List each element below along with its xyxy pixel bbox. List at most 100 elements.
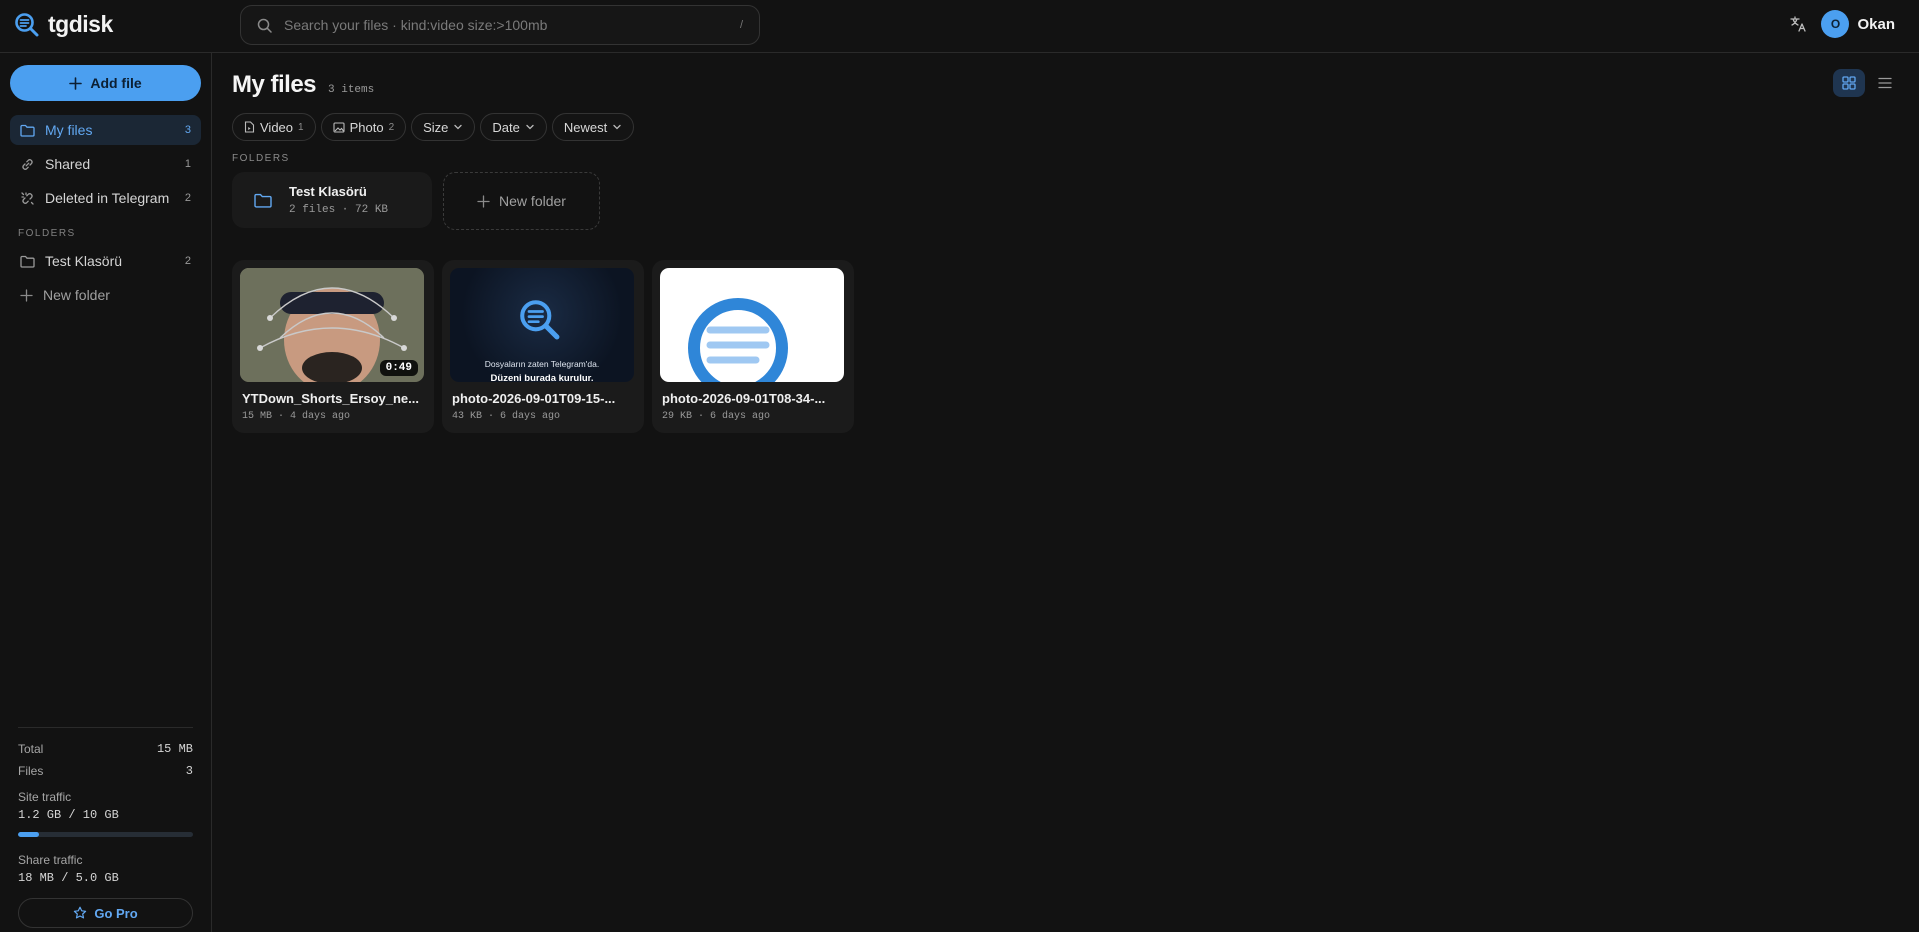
app-name: tgdisk xyxy=(48,11,113,37)
stat-total: Total 15 MB xyxy=(18,742,193,756)
sidebar: Add file My files 3 Shared 1 Deleted in … xyxy=(0,53,212,932)
stat-value: 15 MB xyxy=(156,742,193,756)
search-shortcut: / xyxy=(739,19,743,31)
share-traffic-value: 18 MB / 5.0 GB xyxy=(18,871,119,885)
file-meta: 29 KB · 6 days ago xyxy=(662,411,771,422)
search-bar[interactable]: / xyxy=(240,5,760,45)
stat-files: Files 3 xyxy=(18,764,193,778)
grid-view-button[interactable] xyxy=(1833,69,1865,97)
go-pro-label: Go Pro xyxy=(94,905,138,921)
folder-icon xyxy=(20,124,35,137)
folders-heading: FOLDERS xyxy=(232,153,290,164)
video-duration: 0:49 xyxy=(379,360,418,376)
logo-icon xyxy=(518,298,562,342)
filter-count: 1 xyxy=(298,121,304,133)
logo-icon xyxy=(688,298,788,382)
brand[interactable]: tgdisk xyxy=(14,11,113,38)
video-file-icon xyxy=(244,121,255,133)
star-icon xyxy=(73,906,87,920)
add-file-button[interactable]: Add file xyxy=(10,65,201,101)
file-grid: 0:49 YTDown_Shorts_Ersoy_ne... 15 MB · 4… xyxy=(232,260,854,433)
sidebar-item-my-files[interactable]: My files 3 xyxy=(10,115,201,145)
main-content: My files 3 items Video 1 Photo 2 Size Da… xyxy=(213,53,1919,932)
sidebar-item-count: 2 xyxy=(184,192,191,204)
sidebar-nav: My files 3 Shared 1 Deleted in Telegram … xyxy=(10,115,201,217)
folder-name: Test Klasörü xyxy=(289,184,367,199)
sidebar-item-test-folder[interactable]: Test Klasörü 2 xyxy=(10,246,201,276)
folder-card[interactable]: Test Klasörü 2 files · 72 KB xyxy=(232,172,432,228)
image-icon xyxy=(333,121,345,133)
item-count: 3 items xyxy=(328,84,375,96)
plus-icon xyxy=(69,76,83,90)
file-card[interactable]: photo-2026-09-01T08-34-... 29 KB · 6 day… xyxy=(652,260,854,433)
sidebar-new-folder[interactable]: New folder xyxy=(10,280,201,310)
stat-value: 3 xyxy=(185,764,193,778)
sidebar-item-label: Test Klasörü xyxy=(45,253,123,269)
filter-label: Newest xyxy=(563,119,608,135)
list-view-button[interactable] xyxy=(1869,69,1901,97)
storage-stats: Total 15 MB Files 3 Site traffic 1.2 GB … xyxy=(18,727,193,885)
new-folder-label: New folder xyxy=(43,287,110,303)
translate-icon[interactable] xyxy=(1789,15,1807,33)
view-toggle xyxy=(1833,69,1901,97)
file-card[interactable]: Dosyaların zaten Telegram'da. Düzeni bur… xyxy=(442,260,644,433)
site-traffic-bar xyxy=(18,832,193,837)
filter-date[interactable]: Date xyxy=(480,113,547,141)
sidebar-item-shared[interactable]: Shared 1 xyxy=(10,149,201,179)
chevron-down-icon xyxy=(525,122,535,132)
photo-thumbnail: Dosyaların zaten Telegram'da. Düzeni bur… xyxy=(450,268,634,382)
sidebar-folders: Test Klasörü 2 New folder xyxy=(10,246,201,314)
photo-caption: Dosyaların zaten Telegram'da. xyxy=(484,359,600,369)
sidebar-item-label: Shared xyxy=(45,156,91,172)
file-meta: 15 MB · 4 days ago xyxy=(242,411,351,422)
folder-icon xyxy=(20,255,35,268)
filter-size[interactable]: Size xyxy=(411,113,476,141)
sidebar-item-label: Deleted in Telegram xyxy=(45,190,170,206)
plus-icon xyxy=(20,288,33,302)
go-pro-button[interactable]: Go Pro xyxy=(18,898,193,928)
filter-label: Size xyxy=(423,119,449,135)
sidebar-item-deleted[interactable]: Deleted in Telegram 2 xyxy=(10,183,201,213)
sidebar-item-count: 1 xyxy=(184,158,191,170)
broken-link-icon xyxy=(20,191,35,206)
stat-label: Files xyxy=(18,764,44,778)
sidebar-item-label: My files xyxy=(45,122,93,138)
list-icon xyxy=(1878,77,1892,89)
sidebar-item-count: 2 xyxy=(184,255,191,267)
sidebar-folders-heading: FOLDERS xyxy=(18,228,76,239)
new-folder-label: New folder xyxy=(499,193,566,209)
photo-caption-bold: Düzeni burada kurulur. xyxy=(490,373,594,382)
user-name: Okan xyxy=(1857,15,1895,33)
top-bar: tgdisk / O Okan xyxy=(0,0,1919,53)
video-thumbnail: 0:49 xyxy=(240,268,424,382)
folder-icon xyxy=(254,193,272,208)
filter-label: Photo xyxy=(349,119,384,135)
new-folder-button[interactable]: New folder xyxy=(443,172,600,230)
avatar: O xyxy=(1821,10,1850,38)
add-file-label: Add file xyxy=(90,75,142,91)
user-menu[interactable]: O Okan xyxy=(1821,10,1895,38)
filter-photo[interactable]: Photo 2 xyxy=(320,113,407,141)
site-traffic-bar-fill xyxy=(18,832,39,837)
file-name: photo-2026-09-01T09-15-... xyxy=(452,391,616,406)
folder-meta: 2 files · 72 KB xyxy=(289,204,389,216)
chevron-down-icon xyxy=(453,122,463,132)
stat-label: Total xyxy=(18,742,44,756)
search-input[interactable] xyxy=(284,17,740,33)
filter-label: Video xyxy=(260,119,294,135)
share-traffic-label: Share traffic xyxy=(18,853,83,867)
filter-video[interactable]: Video 1 xyxy=(232,113,316,141)
chevron-down-icon xyxy=(612,122,622,132)
site-traffic-value: 1.2 GB / 10 GB xyxy=(18,808,119,822)
filter-count: 2 xyxy=(388,121,395,133)
logo-icon xyxy=(14,12,40,38)
search-icon xyxy=(257,18,272,33)
file-name: photo-2026-09-01T08-34-... xyxy=(662,391,826,406)
sidebar-item-count: 3 xyxy=(184,124,191,136)
file-card[interactable]: 0:49 YTDown_Shorts_Ersoy_ne... 15 MB · 4… xyxy=(232,260,434,433)
sort-newest[interactable]: Newest xyxy=(551,113,635,141)
file-meta: 43 KB · 6 days ago xyxy=(452,411,561,422)
plus-icon xyxy=(477,194,490,208)
page-title: My files xyxy=(232,71,317,98)
grid-icon xyxy=(1842,76,1856,90)
